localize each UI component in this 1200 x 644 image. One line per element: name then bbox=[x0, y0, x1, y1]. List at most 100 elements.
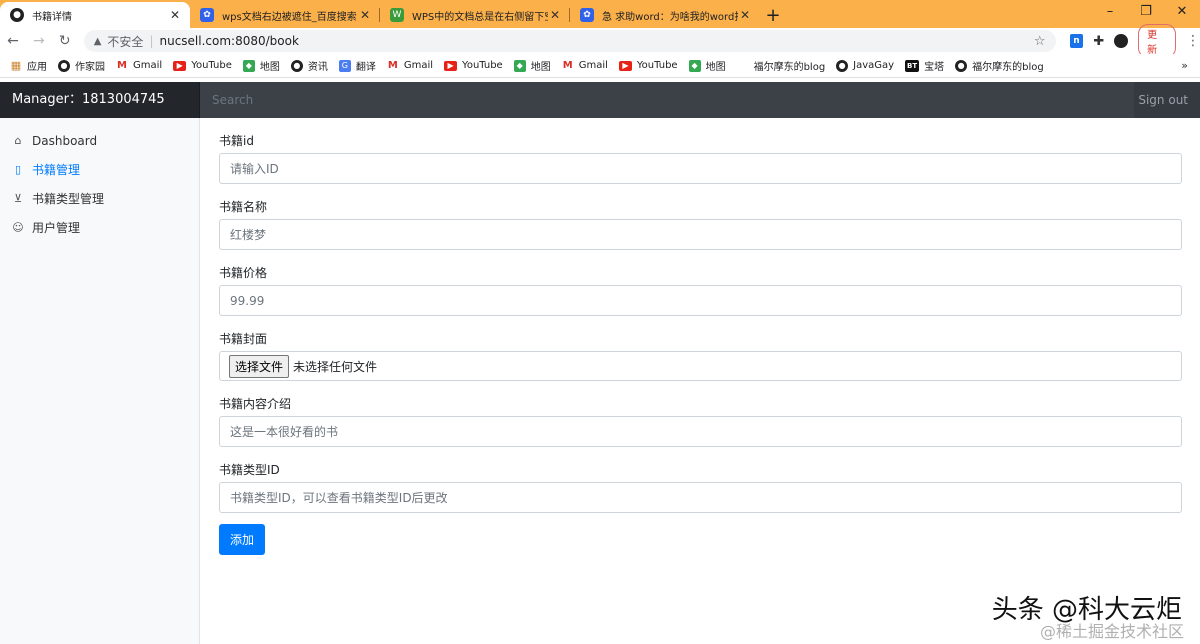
sidebar-item-dashboard[interactable]: ⌂ Dashboard bbox=[0, 126, 199, 155]
menu-kebab-icon[interactable]: ⋮ bbox=[1186, 33, 1200, 49]
close-icon[interactable]: ✕ bbox=[738, 8, 752, 22]
book-name-input[interactable] bbox=[219, 219, 1182, 250]
bookmark-label: YouTube bbox=[191, 60, 232, 71]
sidebar-item-books[interactable]: ▯ 书籍管理 bbox=[0, 155, 199, 184]
github-icon: ● bbox=[836, 59, 849, 72]
puzzle-icon[interactable]: ✚ bbox=[1093, 34, 1104, 49]
bookmark-item[interactable]: ▦ 应用 bbox=[10, 58, 47, 73]
bookmark-label: YouTube bbox=[636, 60, 678, 71]
bookmark-label: 资讯 bbox=[307, 62, 328, 73]
search-input[interactable] bbox=[200, 82, 1134, 118]
file-status-text: 未选择任何文件 bbox=[293, 359, 378, 374]
book-id-input[interactable] bbox=[219, 153, 1182, 184]
tab-title: WPS中的文档总是在右侧留下空白 bbox=[412, 11, 548, 23]
back-arrow-icon[interactable]: ← bbox=[0, 33, 26, 49]
tab-title: wps文档右边被遮住_百度搜索 bbox=[222, 11, 357, 23]
update-button[interactable]: 更新 bbox=[1138, 24, 1176, 58]
bookmark-item[interactable]: ◆ 地图 bbox=[242, 58, 280, 73]
book-description-label: 书籍内容介绍 bbox=[219, 397, 292, 411]
bookmark-label: YouTube bbox=[462, 60, 503, 71]
bookmark-label: 福尔摩东的blog bbox=[972, 62, 1044, 73]
translate-icon: G bbox=[338, 59, 351, 72]
sidebar-item-label: 用户管理 bbox=[32, 221, 81, 235]
minimize-button[interactable]: – bbox=[1092, 0, 1128, 26]
brand-title[interactable]: Manager：1813004745 bbox=[0, 82, 200, 118]
browser-tab-active[interactable]: ● 书籍详情 ✕ bbox=[0, 2, 190, 28]
youtube-icon: ▶ bbox=[618, 60, 632, 71]
browser-tab[interactable]: ✿ wps文档右边被遮住_百度搜索 ✕ bbox=[190, 2, 380, 28]
choose-file-button[interactable]: 选择文件 bbox=[229, 354, 290, 378]
security-label: 不安全 bbox=[107, 34, 144, 49]
blank-page-icon bbox=[737, 60, 749, 72]
users-icon: ☺ bbox=[12, 221, 24, 234]
gmail-icon: M bbox=[387, 60, 398, 71]
github-icon: ● bbox=[290, 59, 303, 72]
bookmark-item[interactable]: BT 宝塔 bbox=[905, 58, 944, 73]
bookmark-item[interactable]: ▶ YouTube bbox=[173, 60, 232, 71]
github-icon: ● bbox=[58, 59, 70, 72]
baidu-paw-icon: ✿ bbox=[580, 8, 594, 22]
bookmark-item[interactable]: ● JavaGay bbox=[836, 59, 894, 72]
home-icon: ⌂ bbox=[14, 134, 22, 147]
bookmarks-overflow-button[interactable]: » bbox=[1181, 59, 1188, 72]
bookmark-label: 翻译 bbox=[355, 62, 376, 73]
maximize-button[interactable]: ❐ bbox=[1128, 0, 1164, 26]
maps-icon: ◆ bbox=[242, 59, 255, 72]
profile-avatar-icon[interactable] bbox=[1114, 34, 1129, 48]
bookmark-label: Gmail bbox=[403, 60, 434, 71]
bookmark-item[interactable]: M Gmail bbox=[387, 60, 433, 72]
bookmark-item[interactable]: ▶ YouTube bbox=[444, 60, 503, 71]
close-window-button[interactable]: ✕ bbox=[1164, 0, 1200, 26]
bookmark-star-icon[interactable]: ☆ bbox=[1034, 34, 1046, 49]
app-navbar: Manager：1813004745 Sign out bbox=[0, 82, 1200, 118]
browser-tabstrip: ● 书籍详情 ✕ ✿ wps文档右边被遮住_百度搜索 ✕ W WPS中的文档总是… bbox=[0, 0, 1200, 28]
book-price-label: 书籍价格 bbox=[219, 266, 268, 280]
url-text[interactable]: nucsell.com:8080/book bbox=[159, 34, 1033, 48]
address-bar[interactable]: ▲ 不安全 | nucsell.com:8080/book ☆ bbox=[83, 30, 1056, 52]
tab-title: 急 求助word：为啥我的word打开 bbox=[602, 11, 738, 23]
bookmark-item[interactable]: M Gmail bbox=[116, 60, 162, 72]
sidebar-item-label: 书籍管理 bbox=[32, 163, 81, 177]
bookmark-item[interactable]: 福尔摩东的blog bbox=[737, 58, 826, 73]
github-icon: ● bbox=[10, 8, 24, 22]
book-price-input[interactable] bbox=[219, 285, 1182, 316]
bookmark-item[interactable]: ▶ YouTube bbox=[618, 60, 678, 71]
bookmark-item[interactable]: ◆ 地图 bbox=[688, 58, 726, 73]
close-icon[interactable]: ✕ bbox=[548, 8, 562, 22]
cart-icon: ⊻ bbox=[13, 192, 23, 205]
form-group-name: 书籍名称 bbox=[219, 198, 1182, 250]
youtube-icon: ▶ bbox=[173, 60, 187, 71]
bookmark-label: Gmail bbox=[578, 60, 608, 71]
extension-icon[interactable]: n bbox=[1069, 34, 1084, 48]
browser-tab[interactable]: ✿ 急 求助word：为啥我的word打开 ✕ bbox=[570, 2, 760, 28]
browser-tab[interactable]: W WPS中的文档总是在右侧留下空白 ✕ bbox=[380, 2, 570, 28]
close-icon[interactable]: ✕ bbox=[358, 8, 372, 22]
form-group-type: 书籍类型ID bbox=[219, 461, 1182, 513]
form-group-price: 书籍价格 bbox=[219, 264, 1182, 316]
bookmark-item[interactable]: M Gmail bbox=[562, 60, 608, 72]
maps-icon: ◆ bbox=[513, 59, 526, 72]
sign-out-link[interactable]: Sign out bbox=[1134, 93, 1200, 107]
bookmark-label: 应用 bbox=[27, 62, 47, 73]
bookmark-label: 福尔摩东的blog bbox=[753, 62, 826, 73]
sidebar-item-label: 书籍类型管理 bbox=[32, 192, 105, 206]
new-tab-button[interactable]: + bbox=[760, 2, 786, 28]
baidu-paw-icon: ✿ bbox=[200, 8, 214, 22]
book-description-input[interactable] bbox=[219, 416, 1182, 447]
bookmark-label: Gmail bbox=[133, 60, 163, 71]
forward-arrow-icon[interactable]: → bbox=[26, 33, 52, 49]
sidebar-item-book-types[interactable]: ⊻ 书籍类型管理 bbox=[0, 184, 199, 213]
reload-icon[interactable]: ↻ bbox=[52, 33, 78, 49]
bookmark-label: 地图 bbox=[705, 62, 726, 73]
form-group-id: 书籍id bbox=[219, 132, 1182, 184]
bt-icon: BT bbox=[905, 59, 920, 72]
bookmark-item[interactable]: ● 福尔摩东的blog bbox=[955, 58, 1044, 73]
bookmark-item[interactable]: G 翻译 bbox=[338, 58, 376, 73]
bookmark-item[interactable]: ● 资讯 bbox=[290, 58, 328, 73]
sidebar-item-users[interactable]: ☺ 用户管理 bbox=[0, 213, 199, 242]
book-type-input[interactable] bbox=[219, 482, 1182, 513]
add-button[interactable]: 添加 bbox=[219, 524, 265, 555]
bookmark-item[interactable]: ● 作家园 bbox=[58, 58, 105, 73]
close-icon[interactable]: ✕ bbox=[168, 8, 182, 22]
bookmark-item[interactable]: ◆ 地图 bbox=[513, 58, 551, 73]
